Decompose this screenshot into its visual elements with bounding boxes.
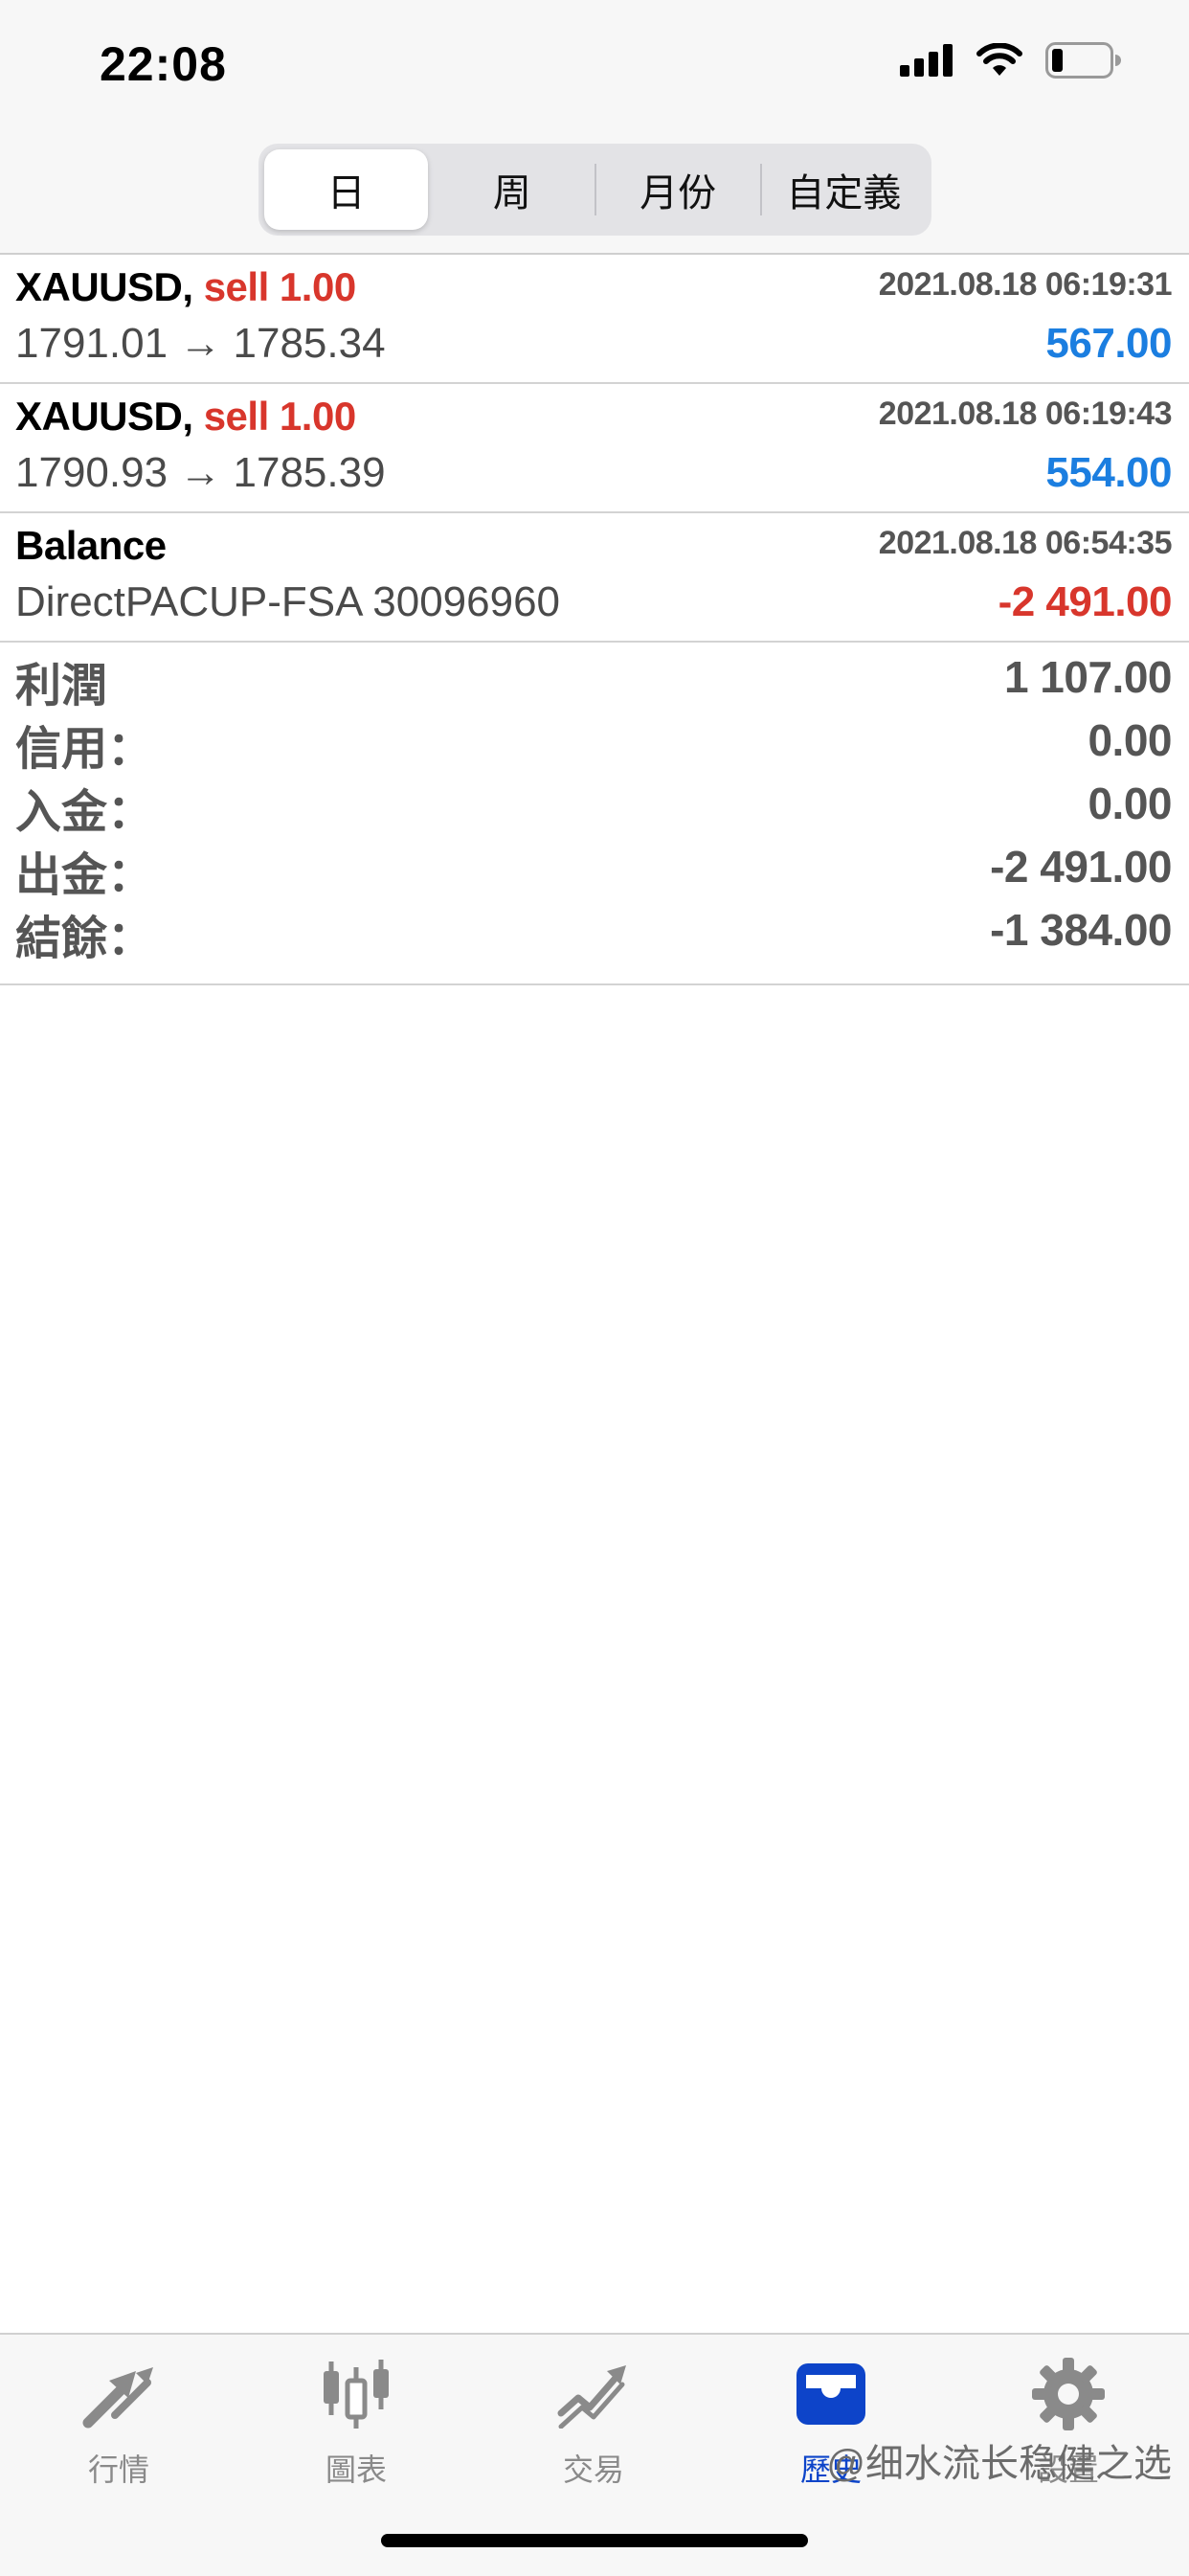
history-summary: 利潤 1 107.00 信用： 0.00 入金： 0.00 出金： -2 491… bbox=[0, 644, 1189, 985]
summary-value: 0.00 bbox=[1088, 715, 1172, 765]
wifi-icon bbox=[976, 43, 1022, 76]
battery-icon bbox=[1045, 42, 1121, 79]
deal-side: sell 1.00 bbox=[203, 394, 356, 439]
summary-value: -1 384.00 bbox=[990, 905, 1172, 955]
status-bar: 22:08 bbox=[0, 0, 1189, 134]
deal-profit: 554.00 bbox=[1045, 449, 1172, 496]
watermark: @细水流长稳健之选 bbox=[826, 2443, 1172, 2485]
deal-symbol: XAUUSD, sell 1.00 bbox=[15, 264, 356, 310]
summary-value: 0.00 bbox=[1088, 779, 1172, 828]
tab-quotes[interactable]: 行情 bbox=[0, 2352, 237, 2496]
cellular-signal-icon bbox=[900, 44, 953, 77]
history-inbox-icon bbox=[793, 2352, 869, 2436]
candlestick-chart-icon bbox=[318, 2352, 394, 2436]
summary-credit-row: 信用： 0.00 bbox=[0, 707, 1189, 775]
status-icons bbox=[900, 42, 1122, 79]
summary-label: 入金： bbox=[15, 787, 154, 838]
deal-profit: 567.00 bbox=[1045, 320, 1172, 367]
deal-side: sell 1.00 bbox=[203, 264, 356, 309]
summary-label: 出金： bbox=[15, 850, 154, 901]
balance-comment: DirectPACUP-FSA 30096960 bbox=[15, 578, 561, 625]
tab-label: 行情 bbox=[87, 2452, 149, 2487]
tab-label: 圖表 bbox=[325, 2452, 387, 2487]
tab-label: 交易 bbox=[562, 2452, 624, 2487]
deal-symbol: XAUUSD, sell 1.00 bbox=[15, 394, 356, 440]
balance-row[interactable]: Balance 2021.08.18 06:54:35 DirectPACUP-… bbox=[0, 513, 1189, 643]
deals-list: XAUUSD, sell 1.00 2021.08.18 06:19:31 17… bbox=[0, 255, 1189, 643]
gear-icon bbox=[1030, 2352, 1107, 2436]
summary-deposit-row: 入金： 0.00 bbox=[0, 770, 1189, 838]
summary-value: -2 491.00 bbox=[990, 842, 1172, 892]
deal-row[interactable]: XAUUSD, sell 1.00 2021.08.18 06:19:43 17… bbox=[0, 384, 1189, 513]
tab-trade[interactable]: 交易 bbox=[475, 2352, 712, 2496]
segment-month[interactable]: 月份 bbox=[596, 149, 760, 230]
deal-prices: 1790.93 → 1785.39 bbox=[15, 449, 386, 496]
summary-label: 結餘： bbox=[15, 914, 154, 964]
tab-charts[interactable]: 圖表 bbox=[237, 2352, 475, 2496]
summary-label: 信用： bbox=[15, 724, 154, 775]
balance-title-text: Balance bbox=[15, 523, 167, 568]
status-time: 22:08 bbox=[100, 37, 227, 91]
summary-balance-row: 結餘： -1 384.00 bbox=[0, 896, 1189, 964]
deal-prices: 1791.01 → 1785.34 bbox=[15, 320, 386, 367]
deal-row[interactable]: XAUUSD, sell 1.00 2021.08.18 06:19:31 17… bbox=[0, 255, 1189, 384]
period-segmented-control: 日 周 月份 自定義 bbox=[258, 144, 931, 236]
home-indicator[interactable] bbox=[381, 2534, 808, 2547]
deal-symbol-text: XAUUSD, bbox=[15, 264, 193, 309]
deal-symbol-text: XAUUSD, bbox=[15, 394, 193, 439]
summary-value: 1 107.00 bbox=[1003, 652, 1173, 702]
trade-trend-icon bbox=[555, 2352, 632, 2436]
deal-time: 2021.08.18 06:19:31 bbox=[878, 266, 1173, 303]
summary-profit-row: 利潤 1 107.00 bbox=[0, 644, 1189, 712]
segment-day[interactable]: 日 bbox=[264, 149, 429, 230]
summary-withdrawal-row: 出金： -2 491.00 bbox=[0, 833, 1189, 901]
balance-title: Balance bbox=[15, 523, 167, 569]
balance-amount: -2 491.00 bbox=[998, 578, 1173, 625]
segment-week[interactable]: 周 bbox=[430, 149, 594, 230]
summary-label: 利潤 bbox=[15, 661, 108, 712]
balance-time: 2021.08.18 06:54:35 bbox=[878, 525, 1173, 561]
segment-custom[interactable]: 自定義 bbox=[762, 149, 926, 230]
period-header: 日 周 月份 自定義 bbox=[0, 134, 1189, 255]
deal-time: 2021.08.18 06:19:43 bbox=[878, 395, 1173, 432]
quotes-arrows-icon bbox=[80, 2352, 157, 2436]
